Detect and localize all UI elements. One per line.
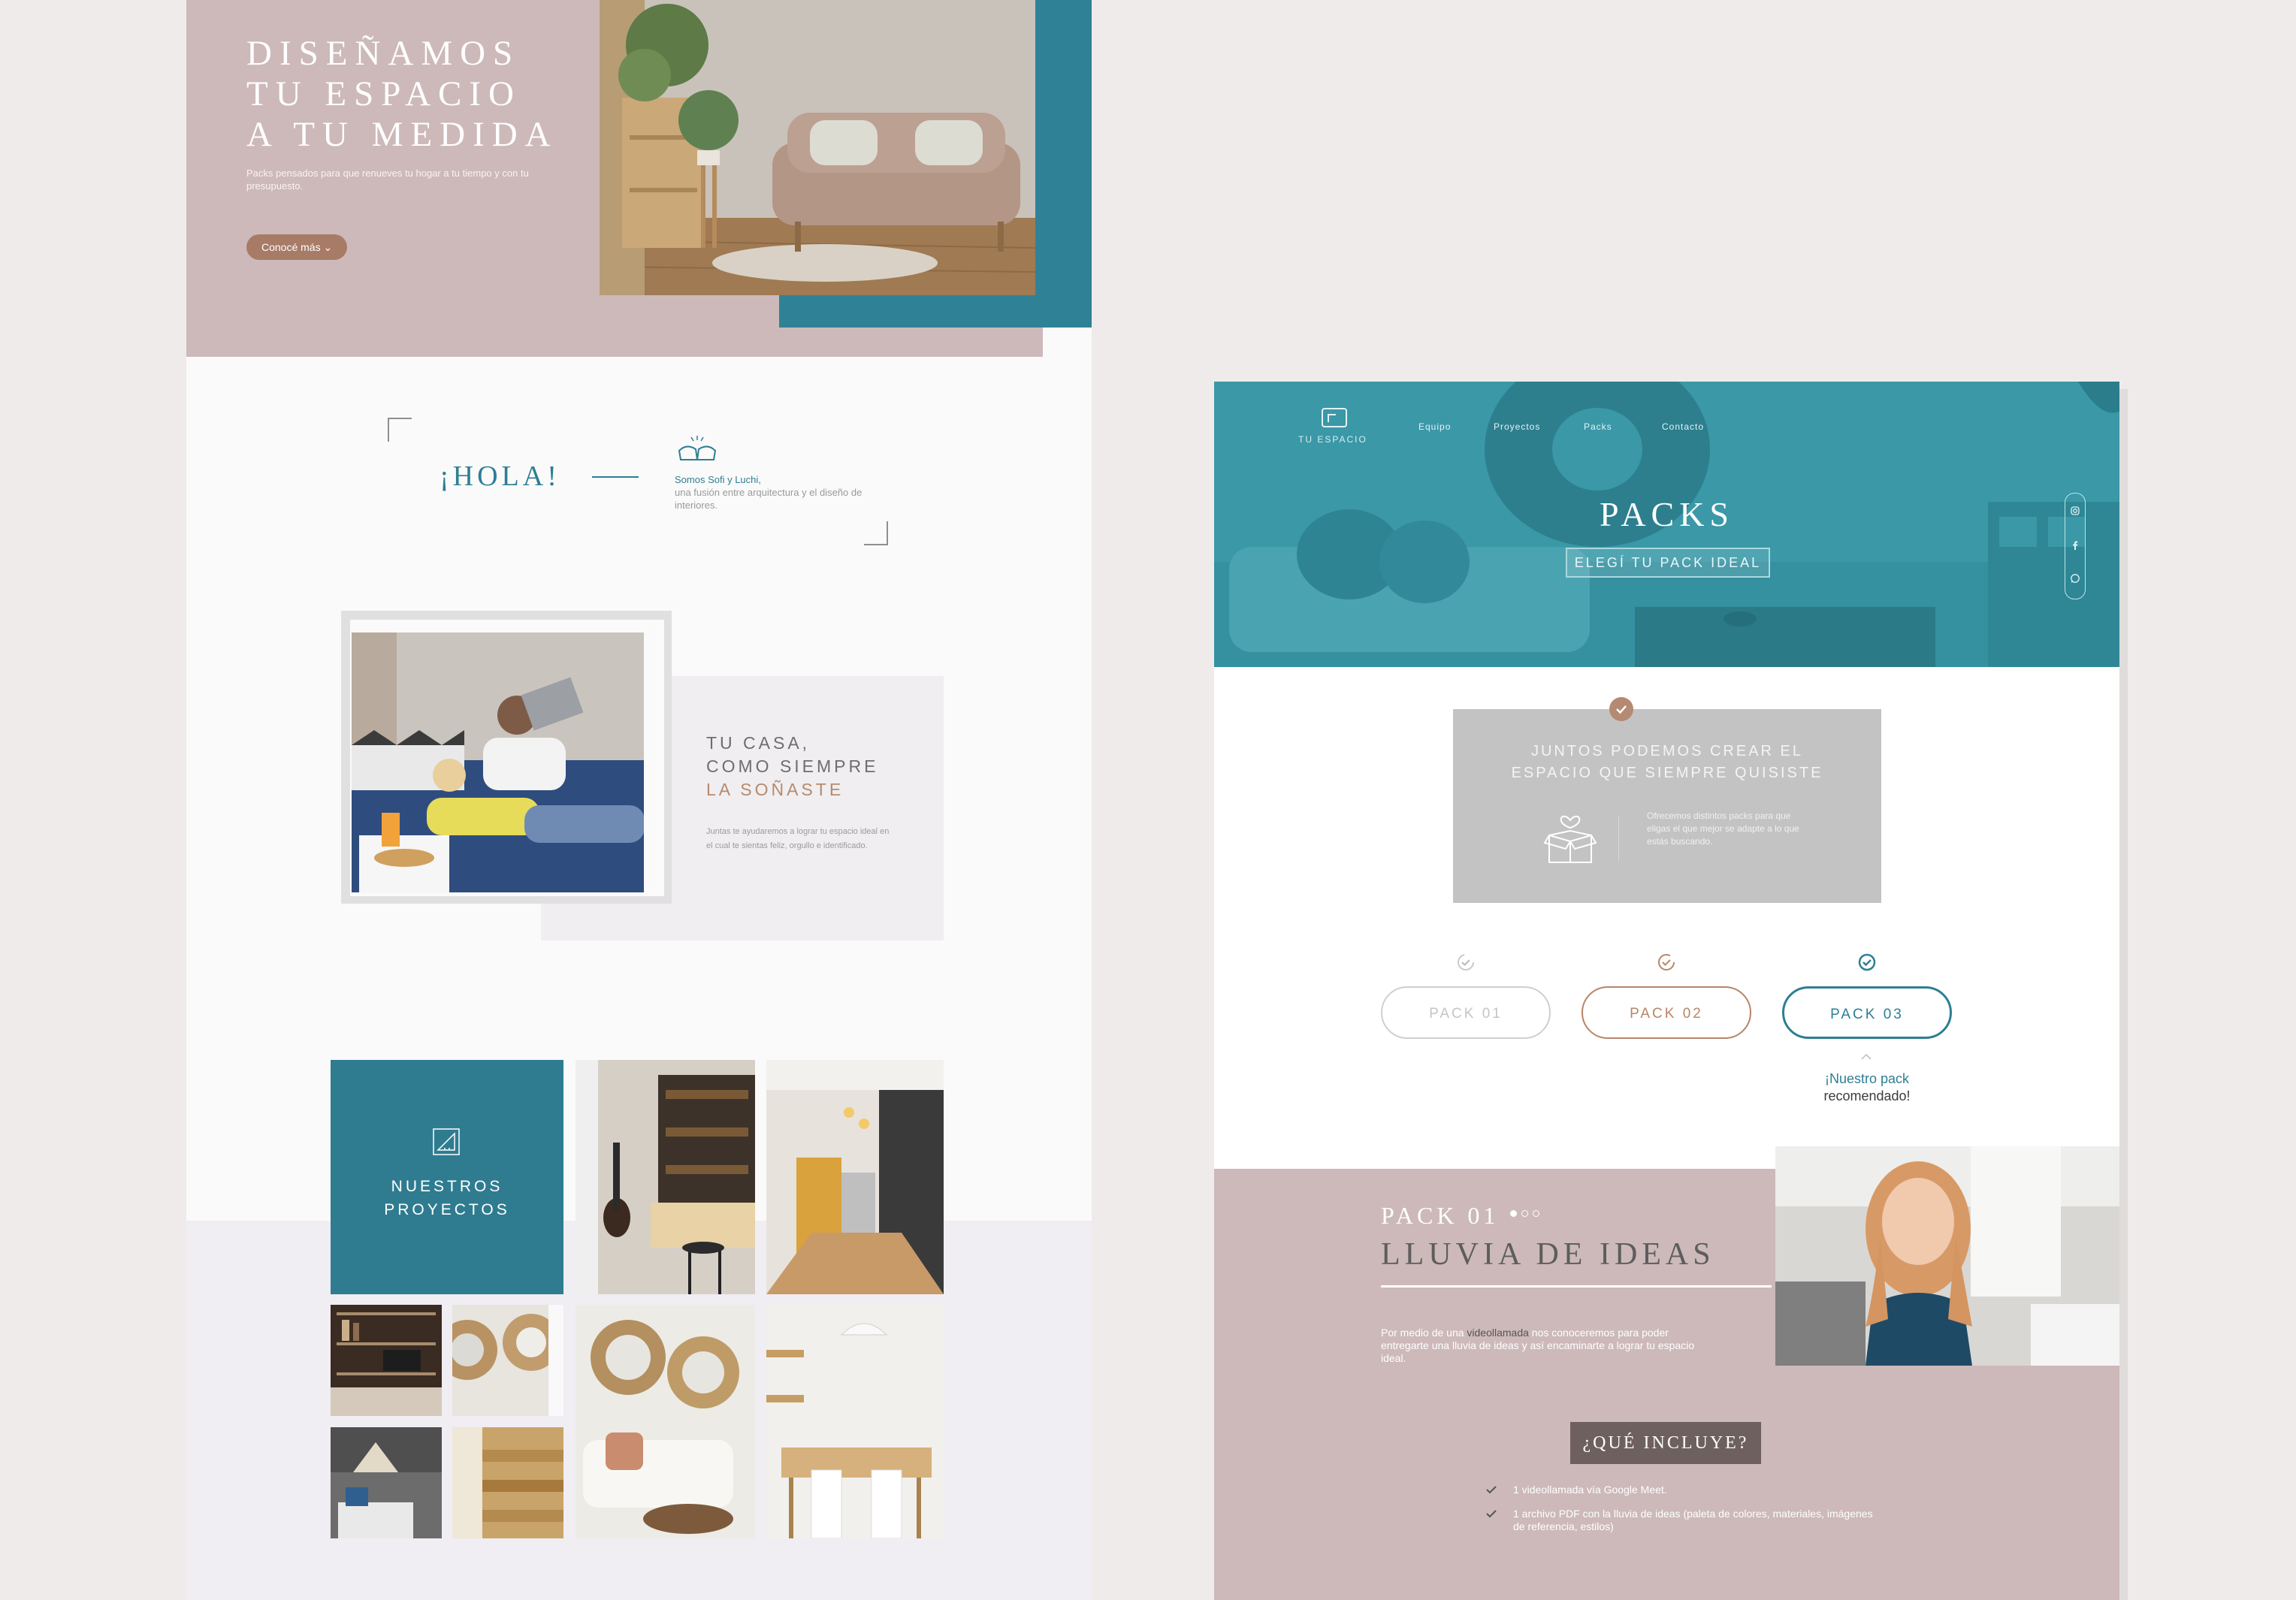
pack-01-status-icon (1456, 952, 1476, 972)
recommended-label: ¡Nuestro pack recomendado! (1782, 1070, 1952, 1105)
pack-detail-rule (1381, 1285, 1772, 1288)
casa-title-accent: LA SOÑASTE (706, 780, 844, 799)
check-badge-icon (1609, 697, 1633, 721)
packs-hero: TU ESPACIO Equipo Proyectos Packs Contac… (1214, 382, 2119, 667)
pack-detail-label: PACK 01 (1381, 1202, 1500, 1229)
projects-title: NUESTROS PROYECTOS (331, 1175, 563, 1221)
packs-subtitle: ELEGÍ TU PACK IDEAL (1566, 548, 1770, 578)
project-photo-bookshelf[interactable] (331, 1305, 442, 1416)
conoce-mas-button[interactable]: Conocé más ⌄ (246, 234, 348, 260)
tu-espacio-logo-icon[interactable] (1319, 404, 1349, 430)
hero-title-line: A TU MEDIDA (246, 115, 558, 154)
pack-03-status-icon (1857, 952, 1877, 972)
que-incluye-button[interactable]: ¿QUÉ INCLUYE? (1570, 1422, 1761, 1464)
include-item: 1 videollamada vía Google Meet. (1513, 1484, 1667, 1496)
nav-equipo[interactable]: Equipo (1418, 421, 1451, 432)
hola-dash (592, 476, 639, 478)
hola-corner-decoration (388, 418, 412, 442)
recommended-line: ¡Nuestro pack (1824, 1071, 1910, 1086)
right-mockup-page: TU ESPACIO Equipo Proyectos Packs Contac… (1214, 382, 2119, 1600)
pack-02-button[interactable]: PACK 02 (1582, 986, 1751, 1039)
packs-title: PACKS (1599, 495, 1735, 533)
casa-description: Juntas te ayudaremos a lograr tu espacio… (706, 827, 890, 850)
sofi-luchi-logo-icon (675, 434, 720, 464)
project-photo-room-corner[interactable] (331, 1427, 442, 1538)
hola-description: una fusión entre arquitectura y el diseñ… (675, 487, 863, 511)
project-photo-wood-detail[interactable] (452, 1427, 563, 1538)
hola-title: ¡HOLA! (440, 460, 560, 492)
ruler-triangle-icon (431, 1127, 461, 1157)
check-icon (1485, 1507, 1498, 1520)
living-room-photo (600, 0, 1035, 295)
carousel-dot-active[interactable] (1510, 1210, 1517, 1217)
couple-photo (352, 632, 644, 892)
juntos-separator (1618, 816, 1619, 861)
hola-lead: Somos Sofi y Luchi, (675, 474, 761, 485)
check-icon (1485, 1483, 1498, 1496)
hero-subtitle: Packs pensados para que renueves tu hoga… (246, 168, 529, 192)
project-photo-living-mirrors[interactable] (576, 1305, 755, 1538)
projects-title-line: PROYECTOS (384, 1201, 510, 1218)
juntos-title: JUNTOS PODEMOS CREAR EL ESPACIO QUE SIEM… (1453, 741, 1881, 784)
projects-title-line: NUESTROS (391, 1178, 503, 1195)
social-bar (2065, 493, 2086, 599)
include-item: 1 archivo PDF con la lluvia de ideas (pa… (1513, 1508, 1873, 1532)
project-photo-kitchen-guitar[interactable] (576, 1060, 755, 1294)
pack-03-button[interactable]: PACK 03 (1782, 986, 1952, 1039)
pack-desc-highlight: videollamada (1467, 1327, 1529, 1339)
casa-title-line: COMO SIEMPRE (706, 756, 879, 776)
recommended-line: recomendado! (1823, 1088, 1911, 1103)
casa-title-line: TU CASA, (706, 733, 811, 753)
whatsapp-icon[interactable] (2070, 573, 2080, 584)
juntos-title-line: ESPACIO QUE SIEMPRE QUISISTE (1511, 765, 1823, 781)
hero-title-line: DISEÑAMOS (246, 34, 521, 73)
project-photo-mirrors-wall[interactable] (452, 1305, 563, 1416)
project-photo-dining[interactable] (766, 1305, 944, 1538)
hero-title: DISEÑAMOS TU ESPACIO A TU MEDIDA (246, 33, 558, 155)
nav-proyectos[interactable]: Proyectos (1494, 421, 1540, 432)
smiling-woman-photo (1775, 1146, 2119, 1366)
nav-packs[interactable]: Packs (1584, 421, 1612, 432)
hola-intro-text: Somos Sofi y Luchi, una fusión entre arq… (675, 473, 870, 512)
casa-title: TU CASA, COMO SIEMPRE LA SOÑASTE (706, 732, 878, 802)
pack-detail-description: Por medio de una videollamada nos conoce… (1381, 1327, 1711, 1365)
instagram-icon[interactable] (2070, 506, 2080, 516)
hero-title-line: TU ESPACIO (246, 74, 521, 113)
pack-01-button[interactable]: PACK 01 (1381, 986, 1551, 1039)
juntos-card (1453, 709, 1881, 903)
juntos-title-line: JUNTOS PODEMOS CREAR EL (1530, 743, 1804, 759)
pack-desc-text: Por medio de una (1381, 1327, 1467, 1339)
pack-detail-name: LLUVIA DE IDEAS (1381, 1237, 1715, 1272)
hola-corner-decoration (864, 521, 888, 545)
carousel-dot[interactable] (1521, 1210, 1528, 1217)
facebook-icon[interactable] (2070, 540, 2080, 551)
nav-contacto[interactable]: Contacto (1662, 421, 1704, 432)
juntos-description: Ofrecemos distintos packs para que eliga… (1647, 811, 1799, 847)
tu-espacio-logo-label[interactable]: TU ESPACIO (1298, 434, 1367, 445)
gift-box-heart-icon (1543, 805, 1597, 868)
carousel-dot[interactable] (1533, 1210, 1539, 1217)
project-photo-kitchen-corridor[interactable] (766, 1060, 944, 1294)
pack-02-status-icon (1657, 952, 1676, 972)
chevron-up-icon (1860, 1051, 1872, 1063)
left-mockup-page: DISEÑAMOS TU ESPACIO A TU MEDIDA Packs p… (186, 0, 1092, 1600)
